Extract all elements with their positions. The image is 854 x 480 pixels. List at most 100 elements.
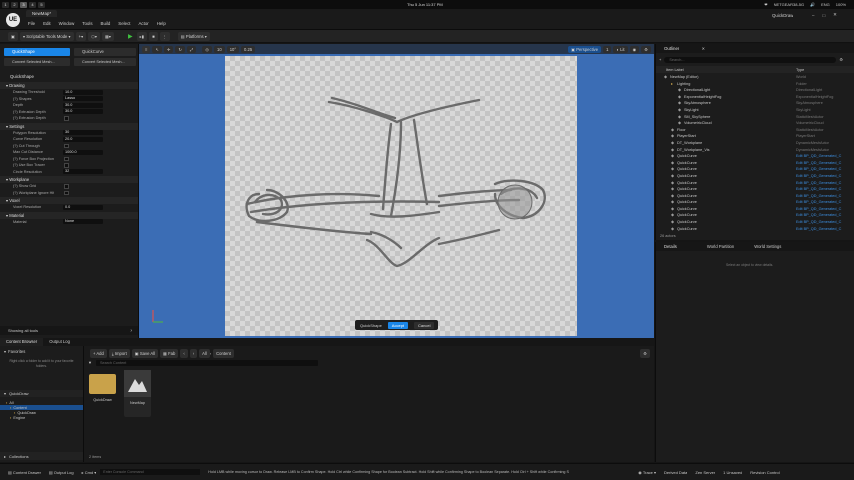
content-drawer-button[interactable]: ▤ Content Drawer	[0, 470, 41, 475]
type-column[interactable]: Type	[796, 68, 804, 72]
outliner-row[interactable]: ◆ QuickCurve Edit BP_QD_Generated_C	[656, 166, 852, 173]
history-forward-icon[interactable]: ›	[189, 349, 198, 358]
viewport-menu-icon[interactable]: ≡	[142, 45, 151, 53]
menu-tools[interactable]: Tools	[78, 21, 96, 26]
output-log-button[interactable]: ▤ Output Log	[41, 470, 74, 475]
outliner-row[interactable]: ◆ QuickCurve Edit BP_QD_Generated_C	[656, 153, 852, 160]
world-partition-tab[interactable]: World Partition	[707, 244, 734, 249]
convert-mesh-tool-button[interactable]: Convert Selected Mesh...	[4, 58, 70, 66]
filter-icon-cb[interactable]: ▼	[88, 360, 92, 365]
cmd-dropdown[interactable]: ▸ Cmd ▾	[74, 470, 97, 475]
scale-icon[interactable]: ⤢	[187, 45, 197, 53]
world-space-icon[interactable]: ◎	[202, 45, 213, 53]
collections-header[interactable]: ▸ Collections	[0, 452, 83, 460]
item-label-column[interactable]: Item Label	[656, 68, 684, 72]
menu-select[interactable]: Select	[114, 21, 134, 26]
property-value-field[interactable]: None	[63, 219, 103, 225]
outliner-row[interactable]: ◆ QuickCurve Edit BP_QD_Generated_C	[656, 206, 852, 213]
level-tab[interactable]: NewMap*	[26, 10, 58, 17]
property-value-field[interactable]: 32	[63, 169, 103, 175]
perspective-dropdown[interactable]: ▣ Perspective	[568, 45, 602, 53]
camera-speed[interactable]: 1	[603, 45, 612, 53]
menu-window[interactable]: Window	[55, 21, 79, 26]
property-value-field[interactable]: 30.0	[63, 109, 103, 115]
section-voxel[interactable]: ▾ Voxel	[0, 197, 138, 204]
property-value-field[interactable]: Lasso	[63, 96, 103, 102]
outliner-row[interactable]: ◆ QuickCurve Edit BP_QD_Generated_C	[656, 226, 852, 232]
save-all-button[interactable]: ▣ Save All	[131, 349, 158, 358]
outliner-row[interactable]: ◆ SkyLight SkyLight	[656, 107, 852, 114]
filter-icon[interactable]: ⚙	[839, 57, 843, 62]
grid-snap-value[interactable]: 10	[214, 45, 225, 53]
property-value-field[interactable]: 30.0	[63, 102, 103, 108]
property-checkbox[interactable]	[64, 143, 69, 148]
workspace-3[interactable]: 3	[20, 1, 27, 8]
project-root-header[interactable]: ▾ QuickDraw	[0, 390, 83, 397]
unreal-logo-icon[interactable]: UE	[6, 13, 20, 27]
derived-data-button[interactable]: Derived Data	[664, 470, 687, 475]
path-content[interactable]: Content	[213, 349, 234, 358]
close-window-icon[interactable]: ✕	[833, 12, 837, 18]
outliner-row[interactable]: ◆ VolumetricCloud VolumetricCloud	[656, 120, 852, 127]
show-flags-icon[interactable]: ◉	[629, 45, 640, 53]
trace-button[interactable]: ◉ Trace ▾	[638, 470, 656, 475]
outliner-row[interactable]: ◆ QuickCurve Edit BP_QD_Generated_C	[656, 199, 852, 206]
stop-button[interactable]: ■	[149, 31, 158, 41]
property-checkbox[interactable]	[64, 156, 69, 161]
outliner-row[interactable]: ◆ ExponentialHeightFog ExponentialHeightFo…	[656, 94, 852, 101]
property-value-field[interactable]: 1000.0	[63, 149, 103, 155]
mode-select-dropdown[interactable]: ▾ Scriptable Tools Mode ▾	[19, 31, 74, 41]
workspace-1[interactable]: 1	[2, 1, 9, 8]
history-back-icon[interactable]: ‹	[180, 349, 188, 358]
property-checkbox[interactable]	[64, 163, 69, 168]
section-settings[interactable]: ▾ Settings	[0, 122, 138, 130]
lit-dropdown[interactable]: ◐ Lit	[613, 45, 628, 53]
unsaved-button[interactable]: 1 Unsaved	[723, 470, 742, 475]
rotation-snap-value[interactable]: 10°	[226, 45, 240, 53]
property-value-field[interactable]: 0.0	[63, 204, 103, 210]
play-icon[interactable]: ▶	[126, 33, 135, 40]
content-browser-tab[interactable]: Content Browser	[0, 338, 44, 346]
console-input[interactable]: Enter Console Command	[100, 469, 201, 475]
quickcurve-tool-button[interactable]: QuickCurve	[74, 48, 136, 56]
property-value-field[interactable]: 20.0	[63, 136, 103, 142]
workspace-5[interactable]: 5	[38, 1, 45, 8]
property-value-field[interactable]: 10.0	[63, 89, 103, 95]
chevron-right-icon[interactable]: ›	[130, 328, 132, 334]
import-button[interactable]: ⤓ Import	[108, 349, 130, 358]
add-filter-icon[interactable]: +	[659, 57, 661, 62]
property-checkbox[interactable]	[64, 184, 69, 189]
select-icon[interactable]: ↖	[152, 45, 162, 53]
level-viewport[interactable]: ≡ ↖ ✛ ↻ ⤢ ◎ 10 10° 0.25 ▣ Perspective 1 …	[139, 44, 654, 338]
details-tab[interactable]: Details	[656, 244, 677, 249]
outliner-row[interactable]: ◆ QuickCurve Edit BP_QD_Generated_C	[656, 212, 852, 219]
outliner-row[interactable]: ◆ QuickCurve Edit BP_QD_Generated_C	[656, 180, 852, 187]
outliner-row[interactable]: ◆ SkyAtmosphere SkyAtmosphere	[656, 100, 852, 107]
workspace-2[interactable]: 2	[11, 1, 18, 8]
section-drawing[interactable]: ▾ Drawing	[0, 82, 138, 89]
blueprint-button[interactable]: ⬡▾	[88, 31, 100, 41]
menu-file[interactable]: File	[24, 21, 39, 26]
zen-server-button[interactable]: Zen Server	[695, 470, 715, 475]
step-button[interactable]: ▸▮	[136, 31, 148, 41]
rotate-icon[interactable]: ↻	[175, 45, 185, 53]
quickshape-tool-button[interactable]: QuickShape	[4, 48, 70, 56]
cancel-button[interactable]: Cancel	[414, 321, 435, 329]
outliner-row[interactable]: ◆ QuickCurve Edit BP_QD_Generated_C	[656, 160, 852, 167]
cinematics-button[interactable]: ▦▾	[101, 31, 115, 41]
outliner-row[interactable]: ◆ DirectionalLight DirectionalLight	[656, 87, 852, 94]
outliner-row[interactable]: ◆ NewMap (Editor) World	[656, 74, 852, 81]
minimize-icon[interactable]: –	[812, 13, 814, 18]
outliner-row[interactable]: ◆ QuickCurve Edit BP_QD_Generated_C	[656, 186, 852, 193]
output-log-tab[interactable]: Output Log	[43, 338, 76, 346]
asset-tile[interactable]: QuickDraw	[89, 370, 116, 417]
close-icon[interactable]: ✕	[702, 46, 705, 51]
accept-button[interactable]: Accept	[387, 321, 409, 329]
menu-build[interactable]: Build	[97, 21, 115, 26]
outliner-row[interactable]: ▸ Lighting Folder	[656, 81, 852, 88]
platforms-dropdown[interactable]: ▤ Platforms ▾	[177, 31, 210, 41]
favorites-header[interactable]: ▾ Favorites	[0, 346, 83, 356]
outliner-row[interactable]: ◆ QuickCurve Edit BP_QD_Generated_C	[656, 219, 852, 226]
move-icon[interactable]: ✛	[163, 45, 174, 53]
menu-actor[interactable]: Actor	[135, 21, 153, 26]
